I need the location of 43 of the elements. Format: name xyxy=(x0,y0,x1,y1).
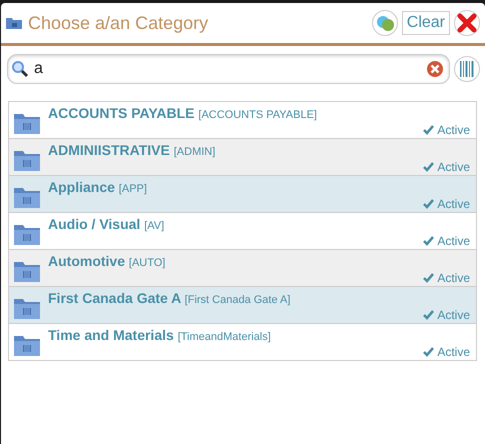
checkmark-icon xyxy=(423,236,434,246)
search-icon xyxy=(11,60,29,78)
category-item[interactable]: ADMINIISTRATIVE [ADMIN] Active xyxy=(9,139,476,176)
clear-search-icon[interactable] xyxy=(426,60,444,78)
weather-button[interactable] xyxy=(372,10,398,36)
status-label: Active xyxy=(423,271,470,285)
status-label: Active xyxy=(423,234,470,248)
category-name: Audio / Visual [AV] xyxy=(48,216,166,232)
category-name: Appliance [APP] xyxy=(48,179,148,195)
barcode-icon xyxy=(459,60,475,78)
checkmark-icon xyxy=(423,162,434,172)
folder-icon xyxy=(14,334,40,356)
status-label: Active xyxy=(423,345,470,359)
checkmark-icon xyxy=(423,310,434,320)
category-name: ADMINIISTRATIVE [ADMIN] xyxy=(48,142,216,158)
status-label: Active xyxy=(423,123,470,137)
folder-icon xyxy=(14,297,40,319)
close-button[interactable] xyxy=(454,10,480,36)
category-name: Automotive [AUTO] xyxy=(48,253,166,269)
status-label: Active xyxy=(423,308,470,322)
checkmark-icon xyxy=(423,347,434,357)
barcode-button[interactable] xyxy=(454,56,480,82)
category-name: First Canada Gate A [First Canada Gate A] xyxy=(48,290,292,306)
checkmark-icon xyxy=(423,125,434,135)
status-label: Active xyxy=(423,160,470,174)
category-item[interactable]: First Canada Gate A [First Canada Gate A] Active xyxy=(9,287,476,324)
dialog-title: Choose a/an Category xyxy=(28,12,208,34)
category-name: Time and Materials [TimeandMaterials] xyxy=(48,327,272,343)
category-item[interactable]: Automotive [AUTO] Active xyxy=(9,250,476,287)
folder-icon xyxy=(6,17,22,29)
checkmark-icon xyxy=(423,273,434,283)
checkmark-icon xyxy=(423,199,434,209)
category-name: ACCOUNTS PAYABLE [ACCOUNTS PAYABLE] xyxy=(48,105,318,121)
clear-button[interactable]: Clear xyxy=(402,11,450,35)
status-label: Active xyxy=(423,197,470,211)
folder-icon xyxy=(14,112,40,134)
category-item[interactable]: Appliance [APP] Active xyxy=(9,176,476,213)
folder-icon xyxy=(14,186,40,208)
folder-icon xyxy=(14,149,40,171)
search-field[interactable]: a xyxy=(7,54,450,84)
folder-icon xyxy=(14,260,40,282)
folder-icon xyxy=(14,223,40,245)
close-icon xyxy=(457,13,477,33)
